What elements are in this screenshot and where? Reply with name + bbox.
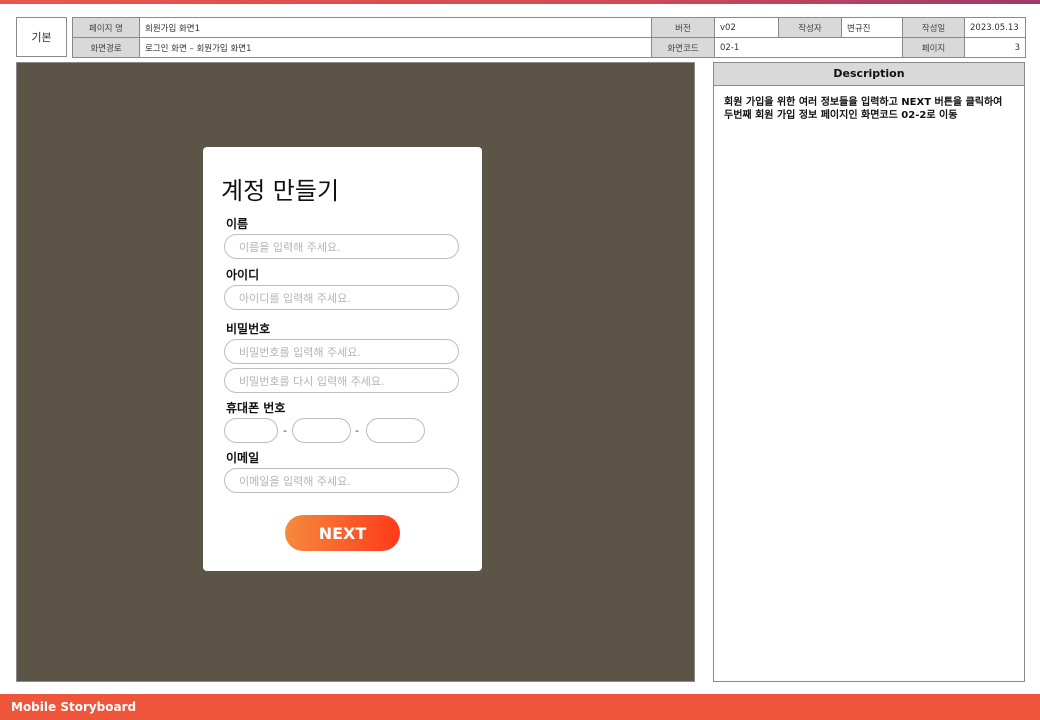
phone-separator-1: - xyxy=(283,424,287,437)
date-value: 2023.05.13 xyxy=(964,17,1026,38)
version-value: v02 xyxy=(714,17,779,38)
email-input[interactable]: 이메일을 입력해 주세요. xyxy=(224,468,459,493)
doc-kind-cell: 기본 xyxy=(16,17,67,57)
path-label: 화면경로 xyxy=(72,37,140,58)
author-value: 변규진 xyxy=(841,17,903,38)
email-label: 이메일 xyxy=(226,451,260,465)
next-button[interactable]: NEXT xyxy=(285,515,400,551)
path-value: 로그인 화면 – 회원가입 화면1 xyxy=(139,37,652,58)
storyboard-meta-table: 페이지 명 회원가입 화면1 버전 v02 작성자 변규진 작성일 2023.0… xyxy=(72,17,1026,58)
screen-code-label: 화면코드 xyxy=(651,37,715,58)
password-label: 비밀번호 xyxy=(226,322,271,336)
phone-input-3[interactable] xyxy=(366,418,425,443)
password-confirm-input[interactable]: 비밀번호를 다시 입력해 주세요. xyxy=(224,368,459,393)
top-accent-strip xyxy=(0,0,1040,4)
date-label: 작성일 xyxy=(902,17,965,38)
page-name-value: 회원가입 화면1 xyxy=(139,17,652,38)
phone-input-2[interactable] xyxy=(292,418,351,443)
version-label: 버전 xyxy=(651,17,715,38)
description-text: 회원 가입을 위한 여러 정보들을 입력하고 NEXT 버튼을 클릭하여 두번째… xyxy=(724,97,1003,121)
phone-separator-2: - xyxy=(355,424,359,437)
page-name-label: 페이지 명 xyxy=(72,17,140,38)
description-title: Description xyxy=(714,63,1024,86)
screen-canvas: 계정 만들기 이름 이름을 입력해 주세요. 아이디 아이디를 입력해 주세요.… xyxy=(16,62,695,682)
page-number-value: 3 xyxy=(964,37,1026,58)
page-number-label: 페이지 xyxy=(902,37,965,58)
name-label: 이름 xyxy=(226,217,249,231)
name-input[interactable]: 이름을 입력해 주세요. xyxy=(224,234,459,259)
signup-card: 계정 만들기 이름 이름을 입력해 주세요. 아이디 아이디를 입력해 주세요.… xyxy=(203,147,482,571)
description-panel: Description 회원 가입을 위한 여러 정보들을 입력하고 NEXT … xyxy=(713,62,1025,682)
footer-bar: Mobile Storyboard xyxy=(0,694,1040,720)
signup-title: 계정 만들기 xyxy=(221,177,340,205)
author-label: 작성자 xyxy=(778,17,842,38)
screen-code-value: 02-1 xyxy=(714,37,903,58)
id-label: 아이디 xyxy=(226,268,260,282)
phone-label: 휴대폰 번호 xyxy=(226,401,286,415)
id-input[interactable]: 아이디를 입력해 주세요. xyxy=(224,285,459,310)
password-input[interactable]: 비밀번호를 입력해 주세요. xyxy=(224,339,459,364)
phone-input-1[interactable] xyxy=(224,418,278,443)
